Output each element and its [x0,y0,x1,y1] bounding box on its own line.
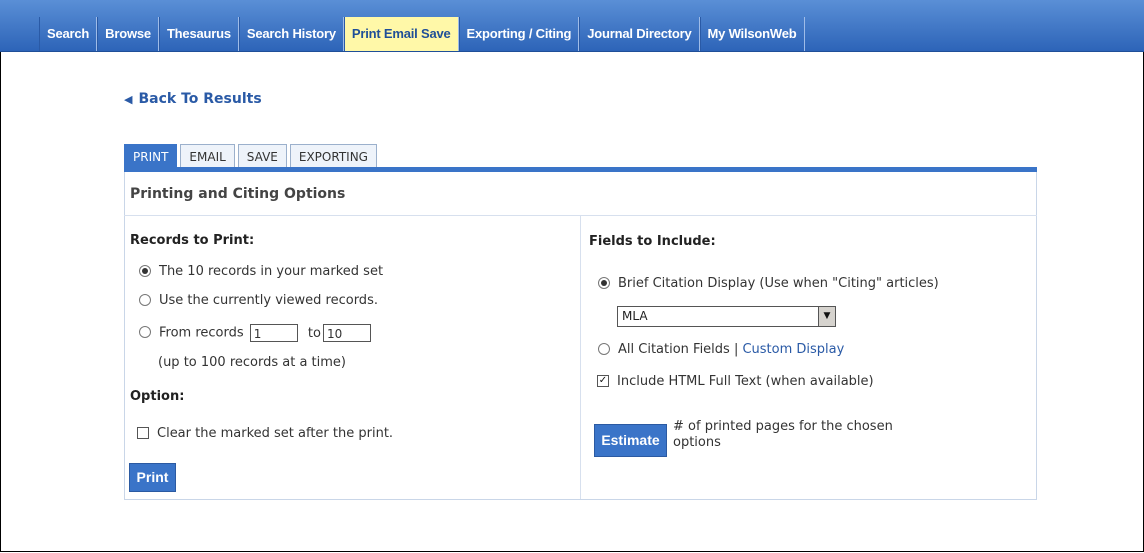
option-heading: Option: [130,389,185,404]
radio-brief-citation[interactable] [598,276,610,289]
estimate-button[interactable]: Estimate [594,424,667,457]
nav-tab-exporting-citing[interactable]: Exporting / Citing [458,17,580,51]
back-arrow-icon: ◀ [124,93,133,106]
back-link-label: Back To Results [138,91,262,107]
nav-tab-my-wilsonweb[interactable]: My WilsonWeb [699,17,805,51]
range-to-label: to [307,325,321,341]
range-note: (up to 100 records at a time) [158,355,346,370]
citation-style-value: MLA [622,309,648,323]
custom-display-link[interactable]: Custom Display [742,342,844,357]
range-to-input[interactable]: 10 [322,324,371,342]
tab-email[interactable]: EMAIL [180,144,235,169]
back-to-results-link[interactable]: ◀ Back To Results [124,91,262,107]
tab-exporting[interactable]: EXPORTING [289,144,377,169]
estimate-line-2: options [673,435,721,450]
radio-all-fields[interactable] [598,342,610,355]
clear-marked-set-label: Clear the marked set after the print. [157,426,394,441]
nav-tab-journal-directory[interactable]: Journal Directory [579,17,700,51]
fields-heading: Fields to Include: [589,234,716,249]
range-from-input[interactable]: 1 [249,324,298,342]
radio-marked-set-row[interactable]: The 10 records in your marked set [139,264,383,279]
column-divider [580,216,581,499]
action-tabs: PRINT EMAIL SAVE EXPORTING [124,144,377,169]
radio-range[interactable] [139,326,151,338]
radio-range-row[interactable]: From records 1 to 10 [139,324,371,342]
tab-print[interactable]: PRINT [124,144,178,169]
radio-marked-set[interactable] [139,264,151,277]
radio-current-records-label: Use the currently viewed records. [159,293,378,308]
html-fulltext-checkbox[interactable]: ✓ [597,374,609,387]
estimate-line-1: # of printed pages for the chosen [673,419,893,434]
clear-marked-set-checkbox[interactable] [137,426,149,439]
estimate-description: # of printed pages for the chosen option… [673,419,893,451]
radio-all-fields-label: All Citation Fields | [618,342,739,357]
panel-title: Printing and Citing Options [130,186,346,202]
records-heading: Records to Print: [130,233,255,248]
radio-marked-set-label: The 10 records in your marked set [159,264,384,279]
radio-all-fields-row[interactable]: All Citation Fields | Custom Display [598,342,844,357]
radio-range-label: From records [159,325,244,341]
html-fulltext-label: Include HTML Full Text (when available) [617,374,874,389]
html-fulltext-row[interactable]: ✓ Include HTML Full Text (when available) [597,374,874,389]
radio-current-records[interactable] [139,293,151,306]
nav-tab-search[interactable]: Search [39,17,98,51]
nav-tab-print-email-save[interactable]: Print Email Save [343,17,459,51]
clear-marked-set-row[interactable]: Clear the marked set after the print. [137,426,393,441]
radio-current-records-row[interactable]: Use the currently viewed records. [139,293,378,308]
radio-brief-citation-row[interactable]: Brief Citation Display (Use when "Citing… [598,276,939,291]
nav-tab-thesaurus[interactable]: Thesaurus [158,17,239,51]
nav-tab-browse[interactable]: Browse [97,17,159,51]
chevron-down-icon[interactable]: ▼ [818,307,835,326]
top-nav: Search Browse Thesaurus Search History P… [0,0,1144,52]
tab-save[interactable]: SAVE [237,144,287,169]
citation-style-select[interactable]: MLA ▼ [617,306,836,327]
radio-brief-citation-label: Brief Citation Display (Use when "Citing… [618,276,939,291]
print-button[interactable]: Print [129,463,176,492]
nav-tab-search-history[interactable]: Search History [238,17,344,51]
